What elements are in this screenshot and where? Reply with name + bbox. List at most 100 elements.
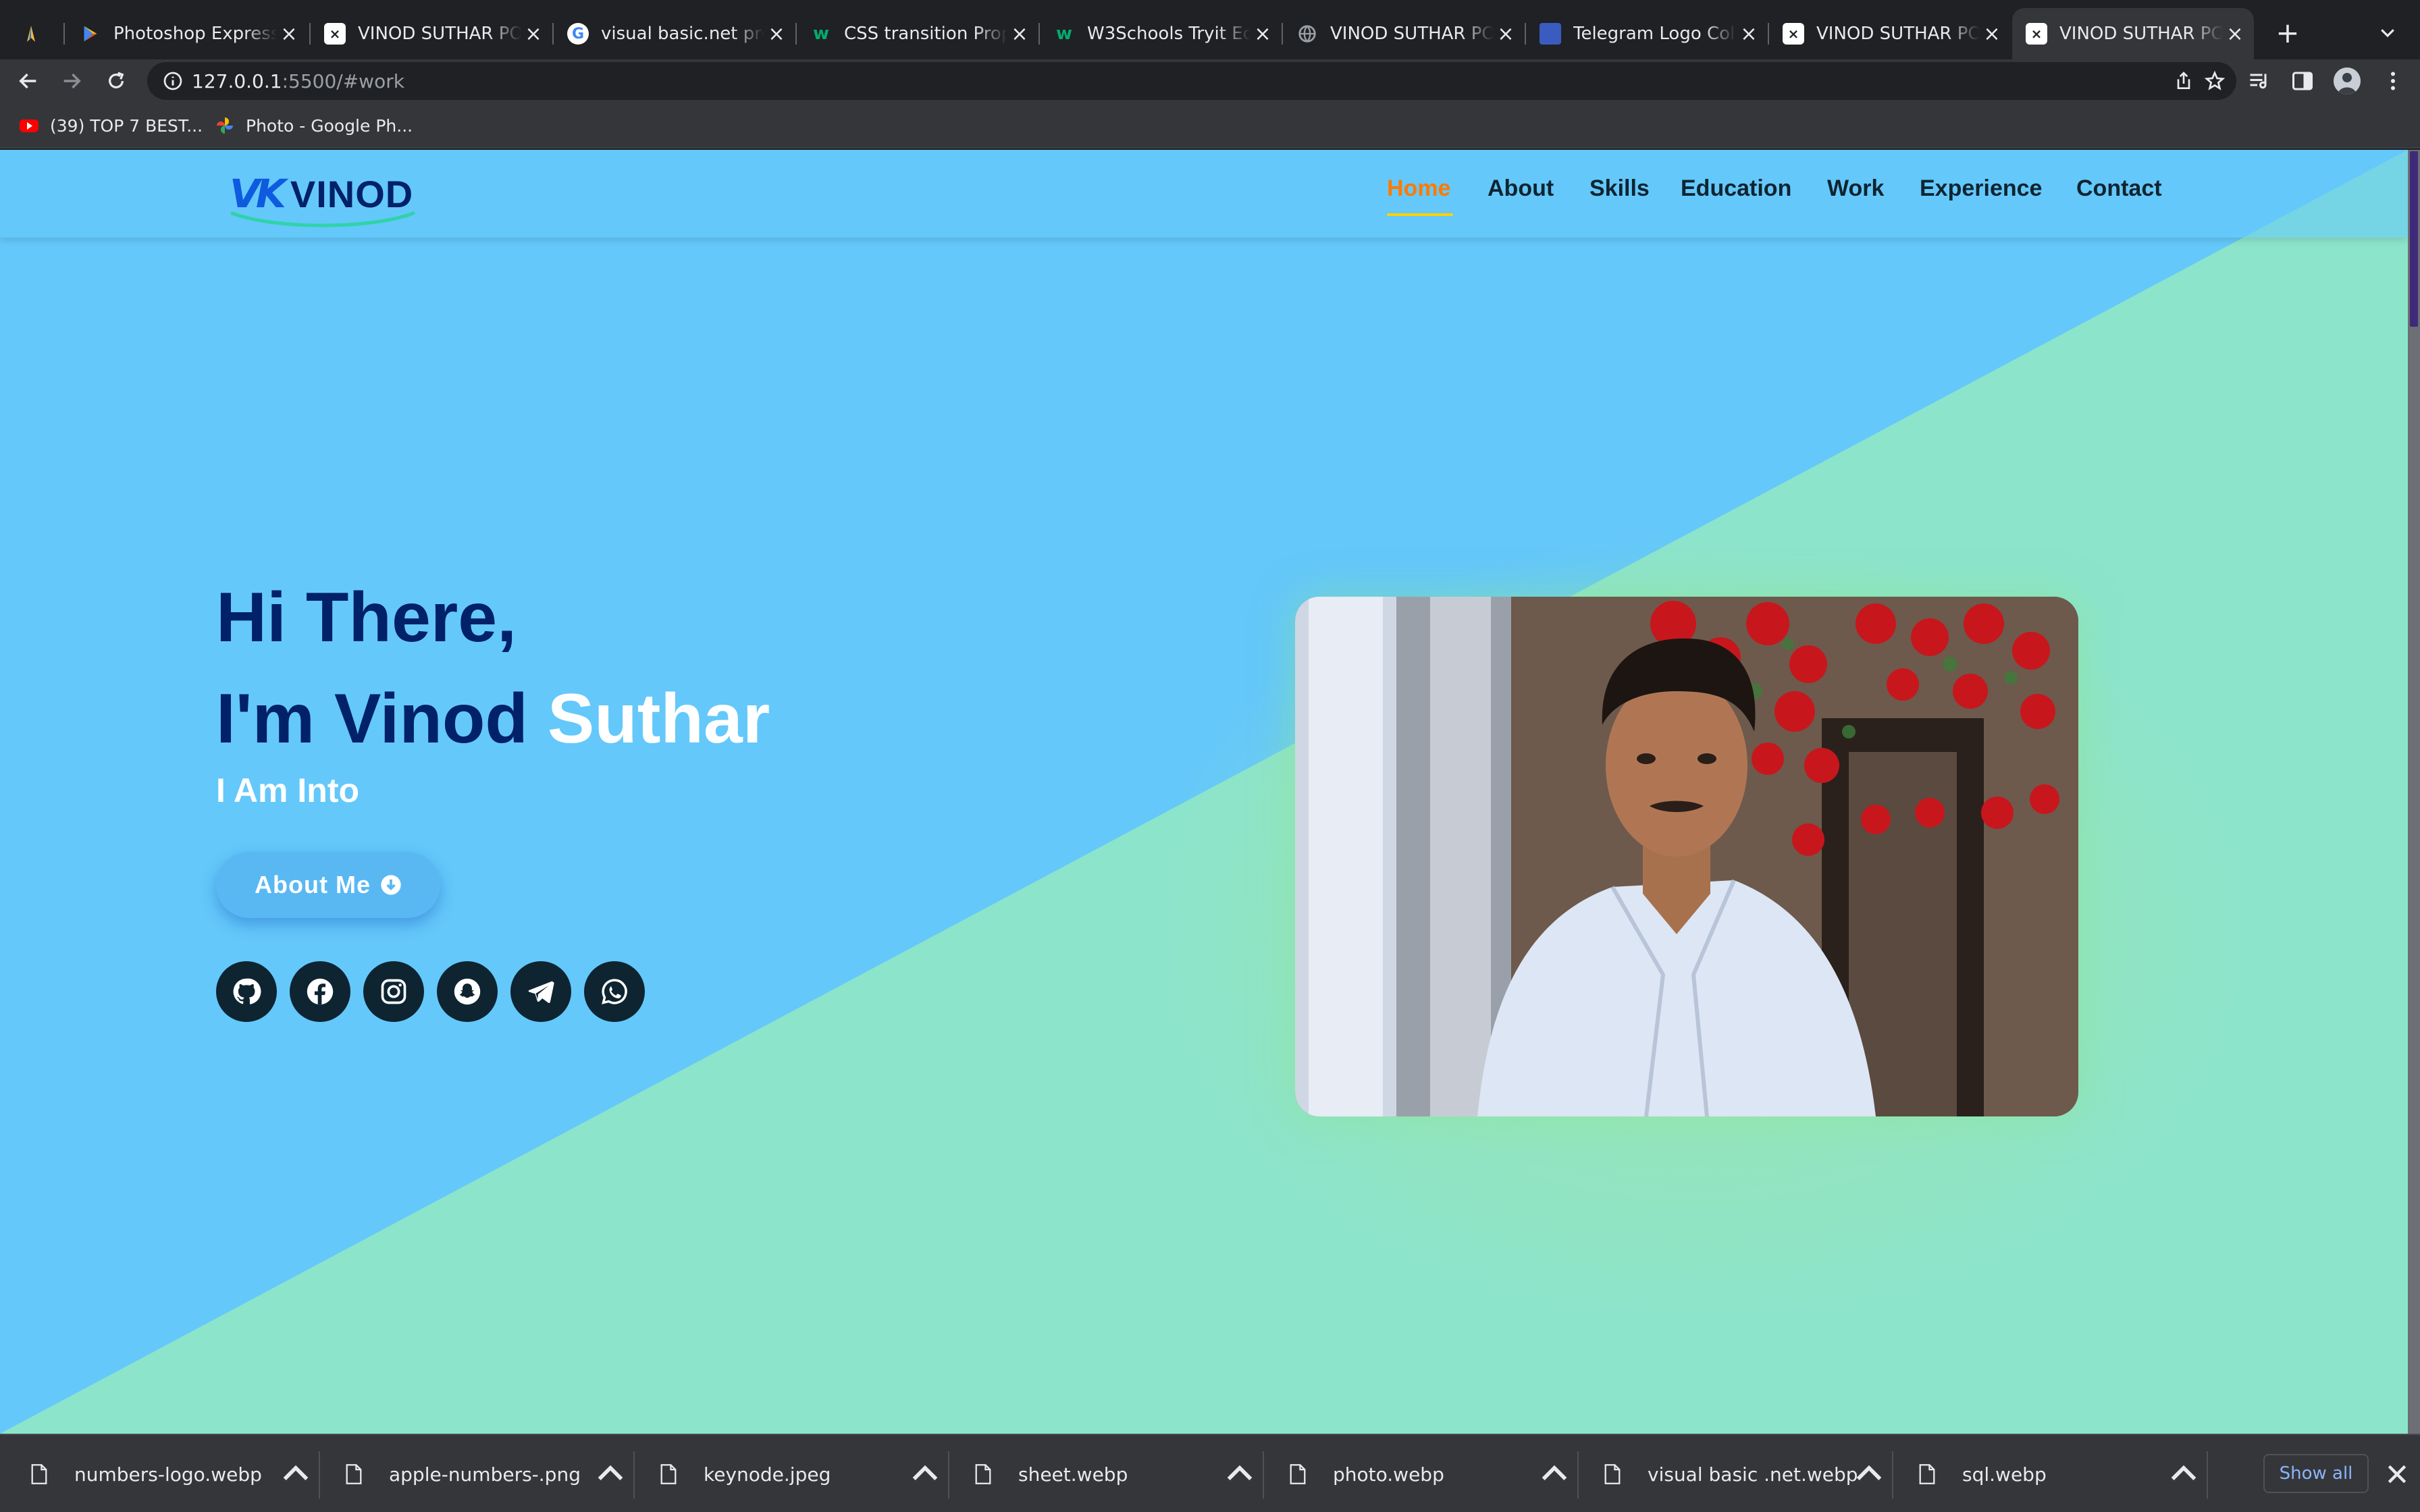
download-separator [319, 1451, 320, 1498]
social-telegram[interactable] [510, 961, 571, 1022]
back-arrow-icon [19, 73, 36, 89]
tab-title: VINOD SUTHAR POR [1816, 24, 1980, 44]
share-icon[interactable] [2173, 70, 2194, 92]
social-snapchat[interactable] [437, 961, 498, 1022]
tab-title: Photoshop Express P [113, 24, 277, 44]
browser-toolbar: 127.0.0.1:5500/#work [0, 59, 2420, 103]
download-separator [1263, 1451, 1264, 1498]
new-tab-button[interactable]: + [2270, 15, 2305, 50]
nav-education[interactable]: Education [1681, 176, 1791, 202]
chevron-up-icon[interactable] [2165, 1455, 2203, 1493]
scrollbar-thumb[interactable] [2410, 151, 2418, 327]
tab-title: Telegram Logo Colo [1573, 24, 1737, 44]
hero-name-accent: Suthar [547, 680, 770, 758]
close-tab-icon[interactable]: × [277, 22, 301, 46]
nav-active-underline [1387, 213, 1453, 216]
close-tab-icon[interactable]: × [1494, 22, 1518, 46]
bookmark-youtube[interactable]: (39) TOP 7 BEST... [19, 113, 203, 138]
whatsapp-icon [602, 979, 627, 1004]
close-download-shelf-icon[interactable] [2384, 1461, 2411, 1488]
page-scrollbar[interactable] [2408, 150, 2420, 1434]
url-text[interactable]: 127.0.0.1:5500/#work [192, 70, 404, 92]
show-all-downloads-button[interactable]: Show all [2263, 1454, 2369, 1493]
close-tab-icon[interactable]: × [1980, 22, 2004, 46]
instagram-icon [381, 979, 406, 1004]
download-item[interactable]: apple-numbers-.png [344, 1455, 581, 1493]
tab-css-transition[interactable]: w CSS transition Prope × [797, 8, 1038, 59]
tab-photoshop[interactable]: Photoshop Express P × [66, 8, 308, 59]
download-item[interactable]: numbers-logo.webp [30, 1455, 262, 1493]
tab-vinod-portfolio-2[interactable]: VINOD SUTHAR POR × [1283, 8, 1525, 59]
menu-dots-icon[interactable] [2381, 69, 2405, 93]
file-icon [346, 1464, 362, 1484]
social-instagram[interactable] [363, 961, 424, 1022]
download-item[interactable]: keynode.jpeg [659, 1455, 831, 1493]
bookmark-star-icon[interactable] [2204, 70, 2226, 92]
tab-vinod-portfolio[interactable]: ⨯ VINOD SUTHAR POR × [311, 8, 552, 59]
social-facebook[interactable] [290, 961, 350, 1022]
hero-name-prefix: I'm Vinod [216, 680, 548, 758]
tab-telegram-logo[interactable]: Telegram Logo Colo × [1526, 8, 1768, 59]
chevron-up-icon[interactable] [591, 1455, 629, 1493]
close-tab-icon[interactable]: × [2223, 22, 2247, 46]
close-tab-icon[interactable]: × [1007, 22, 1032, 46]
download-item[interactable]: sql.webp [1918, 1455, 2047, 1493]
close-tab-icon[interactable]: × [764, 22, 789, 46]
download-filename: sheet.webp [1018, 1463, 1128, 1486]
tab-strip: Photoshop Express P × ⨯ VINOD SUTHAR POR… [0, 0, 2420, 65]
profile-avatar[interactable] [2334, 68, 2361, 94]
site-info-icon[interactable] [162, 70, 184, 92]
download-separator [633, 1451, 635, 1498]
tab-vinod-portfolio-3[interactable]: ⨯ VINOD SUTHAR POR × [1769, 8, 2011, 59]
youtube-icon [20, 119, 38, 132]
reload-button[interactable] [99, 63, 134, 99]
forward-arrow-icon [63, 73, 81, 89]
download-separator [2207, 1451, 2208, 1498]
tab-w3schools-tryit[interactable]: w W3Schools Tryit Edit × [1040, 8, 1282, 59]
w3schools-icon: w [1055, 24, 1073, 44]
chevron-up-icon[interactable] [1221, 1455, 1259, 1493]
close-tab-icon[interactable]: × [521, 22, 546, 46]
side-panel-icon[interactable] [2290, 69, 2315, 93]
reading-list-icon[interactable] [2247, 69, 2271, 93]
close-tab-icon[interactable]: × [1737, 22, 1761, 46]
bookmark-label: Photo - Google Ph... [246, 115, 413, 136]
hands-icon [20, 23, 42, 45]
nav-work[interactable]: Work [1827, 176, 1884, 202]
chevron-up-icon[interactable] [1535, 1455, 1573, 1493]
tab-vinod-portfolio-active[interactable]: ⨯ VINOD SUTHAR POR × [2012, 8, 2254, 59]
nav-home[interactable]: Home [1387, 176, 1450, 202]
download-item[interactable]: sheet.webp [974, 1455, 1128, 1493]
chevron-up-icon[interactable] [1850, 1455, 1888, 1493]
chevron-up-icon[interactable] [906, 1455, 944, 1493]
snapchat-icon [454, 978, 481, 1005]
reload-icon [109, 72, 124, 88]
bookmark-google-photos[interactable]: Photo - Google Ph... [215, 113, 413, 138]
tab-title: VINOD SUTHAR POR [2059, 24, 2223, 44]
download-item[interactable]: visual basic .net.webp [1603, 1455, 1858, 1493]
tab-google-search[interactable]: G visual basic.net prog × [554, 8, 795, 59]
bookmark-label: (39) TOP 7 BEST... [50, 115, 203, 136]
close-tab-icon[interactable]: × [1251, 22, 1275, 46]
about-me-button[interactable]: About Me [216, 852, 440, 918]
download-filename: visual basic .net.webp [1648, 1463, 1858, 1486]
download-item[interactable]: photo.webp [1288, 1455, 1444, 1493]
social-github[interactable] [216, 961, 277, 1022]
nav-skills[interactable]: Skills [1589, 176, 1650, 202]
nav-experience[interactable]: Experience [1920, 176, 2042, 202]
tab-search-chevron-icon[interactable] [2374, 18, 2401, 47]
chevron-up-icon[interactable] [277, 1455, 315, 1493]
back-button[interactable] [11, 63, 46, 99]
download-shelf: numbers-logo.webp apple-numbers-.png key… [0, 1434, 2420, 1512]
tab-title: W3Schools Tryit Edit [1087, 24, 1251, 44]
download-filename: photo.webp [1333, 1463, 1444, 1486]
address-bar[interactable]: 127.0.0.1:5500/#work [147, 62, 2236, 100]
nav-about[interactable]: About [1488, 176, 1554, 202]
nav-contact[interactable]: Contact [2076, 176, 2162, 202]
tab-pinned[interactable] [7, 8, 55, 59]
social-whatsapp[interactable] [584, 961, 645, 1022]
download-filename: apple-numbers-.png [389, 1463, 581, 1486]
file-icon [1919, 1464, 1935, 1484]
forward-button[interactable] [54, 63, 89, 99]
file-icon [975, 1464, 991, 1484]
